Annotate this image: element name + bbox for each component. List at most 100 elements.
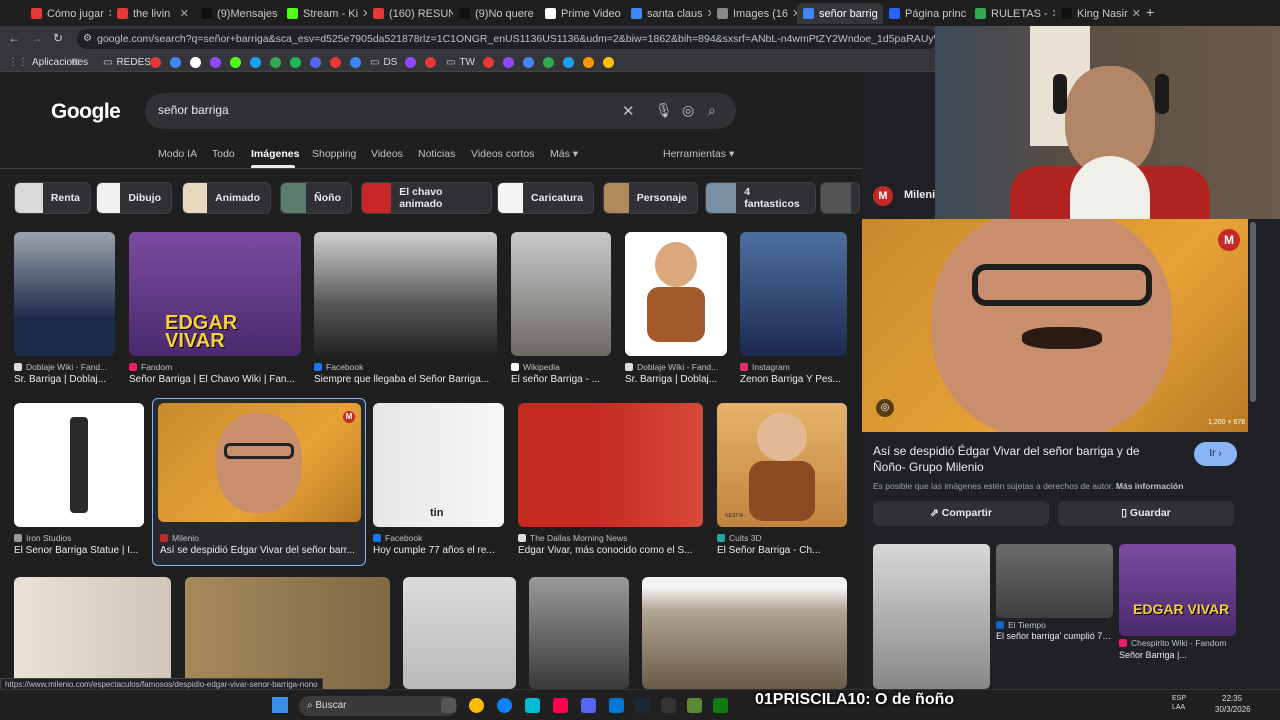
tab-imagenes[interactable]: Imágenes xyxy=(251,148,299,160)
result-image[interactable] xyxy=(14,232,115,356)
result-title[interactable]: Zenon Barriga Y Pes... xyxy=(740,374,847,385)
reload-icon[interactable]: ↻ xyxy=(53,31,63,45)
close-icon[interactable]: ✕ xyxy=(1128,7,1141,20)
share-button[interactable]: ⇗ Compartir xyxy=(873,501,1049,526)
bookmark-icon[interactable] xyxy=(425,55,436,69)
app-icon[interactable] xyxy=(661,698,676,713)
result-source[interactable]: Milenio xyxy=(160,533,199,543)
task-view-icon[interactable] xyxy=(441,698,456,713)
bookmark-folder-redes[interactable]: ▭ REDES xyxy=(103,55,151,69)
visit-button[interactable]: Ir › xyxy=(1194,442,1237,466)
bookmark-icon[interactable] xyxy=(543,55,554,69)
bookmark-icon[interactable] xyxy=(350,55,361,69)
result-title[interactable]: El señor Barriga - ... xyxy=(511,374,611,385)
edge-icon[interactable] xyxy=(497,698,512,713)
result-title[interactable]: Siempre que llegaba el Señor Barriga... xyxy=(314,374,497,385)
bookmark-icon[interactable] xyxy=(405,55,416,69)
browser-tab[interactable]: (160) RESUN✕ xyxy=(367,3,453,24)
bookmark-icon[interactable] xyxy=(190,55,201,69)
chip-4-fantasticos[interactable]: 4 fantasticos xyxy=(705,182,816,214)
browser-tab[interactable]: Prime Video✕ xyxy=(539,3,625,24)
related-image[interactable] xyxy=(873,544,990,689)
source-logo-icon[interactable]: M xyxy=(873,186,893,206)
chip-more[interactable] xyxy=(820,182,860,214)
browser-tab-active[interactable]: señor barrig✕ xyxy=(797,3,883,24)
image-result[interactable]: Doblaje Wiki - Fand... Sr. Barriga | Dob… xyxy=(625,232,727,390)
result-image[interactable]: EDGAR VIVAR xyxy=(129,232,301,356)
image-result[interactable]: The Dallas Morning News Édgar Vivar, más… xyxy=(518,403,703,561)
result-image[interactable] xyxy=(740,232,847,356)
minecraft-icon[interactable] xyxy=(687,698,702,713)
result-image[interactable] xyxy=(529,577,629,689)
language-indicator[interactable]: ESP LAA xyxy=(1172,694,1186,712)
tiktok-icon[interactable] xyxy=(553,698,568,713)
preview-title[interactable]: Así se despidió Édgar Vivar del señor ba… xyxy=(873,443,1173,475)
steam-icon[interactable] xyxy=(635,698,650,713)
new-tab-icon[interactable]: + xyxy=(1146,4,1154,20)
chip-animado[interactable]: Animado xyxy=(182,182,271,214)
browser-tab[interactable]: Cómo jugar✕ xyxy=(25,3,111,24)
result-image[interactable] xyxy=(14,577,171,689)
app-icon[interactable] xyxy=(525,698,540,713)
related-source[interactable]: Chespirito Wiki - Fandom xyxy=(1119,638,1226,648)
browser-tab[interactable]: santa claus✕ xyxy=(625,3,711,24)
result-image[interactable] xyxy=(185,577,390,689)
result-title[interactable]: El Señor Barriga - Ch... xyxy=(717,545,847,556)
bookmark-icon[interactable] xyxy=(270,55,281,69)
result-image[interactable]: tin xyxy=(373,403,504,527)
image-result[interactable]: Wikipedia El señor Barriga - ... xyxy=(511,232,611,390)
result-source[interactable]: Cults 3D xyxy=(717,533,762,543)
related-image[interactable] xyxy=(996,544,1113,618)
image-result[interactable]: tin Facebook Hoy cumple 77 años el re... xyxy=(373,403,504,561)
bookmark-icon[interactable] xyxy=(230,55,241,69)
browser-tab[interactable]: Images (16 ✕ xyxy=(711,3,797,24)
google-logo[interactable]: Google xyxy=(51,100,121,124)
image-result[interactable]: Iron Studios El Senor Barriga Statue | I… xyxy=(14,403,144,561)
tab-modo-ia[interactable]: Modo IA xyxy=(158,148,197,160)
result-source[interactable]: The Dallas Morning News xyxy=(518,533,627,543)
image-result-selected[interactable]: M Milenio Así se despidió Édgar Vivar de… xyxy=(158,403,361,561)
tab-todo[interactable]: Todo xyxy=(212,148,235,160)
windows-start-icon[interactable] xyxy=(272,697,288,713)
tab-shopping[interactable]: Shopping xyxy=(312,148,356,160)
related-title[interactable]: Señor Barriga |... xyxy=(1119,650,1236,660)
bookmark-icon[interactable] xyxy=(170,55,181,69)
result-title[interactable]: Édgar Vivar, más conocido como el S... xyxy=(518,545,703,556)
bookmark-icon[interactable] xyxy=(330,55,341,69)
store-icon[interactable] xyxy=(609,698,624,713)
tab-noticias[interactable]: Noticias xyxy=(418,148,455,160)
chip-el-chavo-animado[interactable]: El chavo animado xyxy=(361,182,492,214)
tab-videos-cortos[interactable]: Videos cortos xyxy=(471,148,534,160)
result-image[interactable] xyxy=(14,403,144,527)
result-source[interactable]: Doblaje Wiki - Fand... xyxy=(625,362,718,372)
close-icon[interactable]: ✕ xyxy=(788,7,797,20)
chip-caricatura[interactable]: Caricatura xyxy=(497,182,594,214)
mic-icon[interactable]: 🎙 xyxy=(655,102,673,119)
address-bar[interactable]: ⚙ google.com/search?q=señor+barriga&sca_… xyxy=(77,29,937,49)
search-input[interactable]: señor barriga xyxy=(158,103,229,117)
result-image[interactable]: M xyxy=(158,403,361,522)
result-image[interactable]: NESTIA xyxy=(717,403,847,527)
browser-tab[interactable]: (9)Mensajes✕ xyxy=(195,3,281,24)
bookmark-icon[interactable] xyxy=(523,55,534,69)
result-image[interactable] xyxy=(518,403,703,527)
result-source[interactable]: Instagram xyxy=(740,362,790,372)
image-result[interactable]: Instagram Zenon Barriga Y Pes... xyxy=(740,232,847,390)
chip-dibujo[interactable]: Dibujo xyxy=(96,182,172,214)
taskbar-search[interactable]: ⌕ Buscar xyxy=(299,696,457,716)
lens-icon[interactable]: ◎ xyxy=(682,102,694,119)
close-icon[interactable]: ✕ xyxy=(703,7,711,20)
search-icon[interactable]: ⌕ xyxy=(708,102,716,119)
result-title[interactable]: Sr. Barriga | Doblaj... xyxy=(625,374,727,385)
result-title[interactable]: Hoy cumple 77 años el re... xyxy=(373,545,504,556)
bookmark-icon[interactable] xyxy=(150,55,161,69)
xbox-icon[interactable] xyxy=(713,698,728,713)
result-image[interactable] xyxy=(403,577,516,689)
browser-tab[interactable]: Página princ✕ xyxy=(883,3,969,24)
bookmark-folder-tw[interactable]: ▭ TW xyxy=(446,55,475,69)
close-icon[interactable]: ✕ xyxy=(1048,7,1055,20)
result-image[interactable] xyxy=(314,232,497,356)
result-source[interactable]: Facebook xyxy=(373,533,422,543)
discord-icon[interactable] xyxy=(581,698,596,713)
browser-tab[interactable]: King Nasir ✕ xyxy=(1055,3,1141,24)
